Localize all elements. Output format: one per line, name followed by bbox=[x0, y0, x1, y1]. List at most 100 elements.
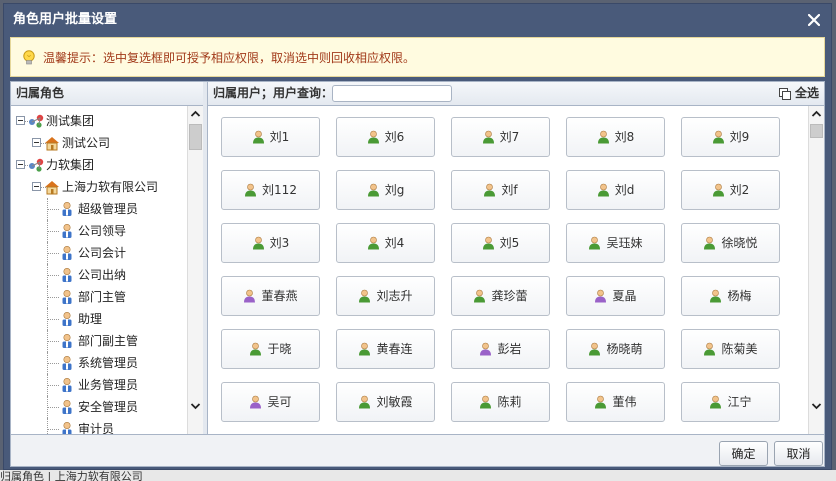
user-button[interactable]: 陈菊美 bbox=[681, 329, 780, 369]
background-text: 归属角色 | 上海力软有限公司 bbox=[0, 470, 143, 481]
user-button[interactable]: 刘4 bbox=[336, 223, 435, 263]
scroll-down-icon[interactable] bbox=[809, 398, 824, 414]
user-button-content: 刘3 bbox=[252, 224, 290, 262]
tip-banner: 温馨提示：选中复选框即可授予相应权限，取消选中则回收相应权限。 bbox=[10, 37, 825, 77]
select-all-button[interactable]: 全选 bbox=[778, 82, 819, 105]
tree-node[interactable]: 部门主管 bbox=[11, 286, 187, 308]
tree-node-label: 部门主管 bbox=[78, 290, 127, 304]
close-icon[interactable] bbox=[805, 4, 823, 36]
collapse-icon[interactable] bbox=[32, 182, 41, 191]
user-button[interactable]: 刘志升 bbox=[336, 276, 435, 316]
male-user-icon bbox=[597, 183, 609, 197]
tree-node[interactable]: 公司会计 bbox=[11, 242, 187, 264]
role-tree-scrollbar[interactable] bbox=[187, 106, 203, 434]
collapse-icon[interactable] bbox=[16, 160, 25, 169]
dialog-footer: 确定 取消 bbox=[10, 435, 825, 467]
user-button[interactable]: 于晓 bbox=[221, 329, 320, 369]
user-name: 刘f bbox=[501, 183, 518, 197]
male-user-icon bbox=[704, 236, 716, 250]
tree-node[interactable]: 安全管理员 bbox=[11, 396, 187, 418]
user-name: 陈莉 bbox=[497, 395, 522, 409]
user-grid-scroll-thumb[interactable] bbox=[810, 124, 823, 138]
tree-node[interactable]: 力软集团 bbox=[11, 154, 187, 176]
user-button-content: 陈莉 bbox=[479, 383, 522, 421]
user-button[interactable]: 吴可 bbox=[221, 382, 320, 422]
tree-node[interactable]: 公司出纳 bbox=[11, 264, 187, 286]
user-button[interactable]: 刘d bbox=[566, 170, 665, 210]
user-button-content: 吴可 bbox=[249, 383, 292, 421]
dialog-title: 角色用户批量设置 bbox=[13, 12, 118, 27]
user-button[interactable]: 刘5 bbox=[451, 223, 550, 263]
user-button-content: 刘1 bbox=[252, 118, 289, 156]
tree-node[interactable]: 超级管理员 bbox=[11, 198, 187, 220]
user-button[interactable]: 龚珍蕾 bbox=[451, 276, 550, 316]
user-button[interactable]: 刘敏霞 bbox=[336, 382, 435, 422]
user-button-content: 龚珍蕾 bbox=[473, 277, 528, 315]
user-grid-scrollbar[interactable] bbox=[808, 106, 824, 434]
male-user-icon bbox=[480, 395, 492, 409]
tree-node[interactable]: 公司领导 bbox=[11, 220, 187, 242]
tree-node[interactable]: 测试集团 bbox=[11, 110, 187, 132]
user-button-content: 刘g bbox=[367, 171, 404, 209]
user-button[interactable]: 徐晓悦 bbox=[681, 223, 780, 263]
user-button[interactable]: 杨晓萌 bbox=[566, 329, 665, 369]
collapse-icon[interactable] bbox=[32, 138, 41, 147]
collapse-icon[interactable] bbox=[16, 116, 25, 125]
dialog-body: 归属角色 测试集团 测试公司 力软集团 上海力软有限公司 超级管理员 公司领导 公司会计 公司… bbox=[10, 81, 825, 435]
scroll-up-icon[interactable] bbox=[188, 106, 203, 122]
role-user-dialog: 角色用户批量设置 温馨提示：选中复选框即可授予相应权限，取消选中则回收相应权限。… bbox=[3, 3, 832, 470]
user-name: 彭岩 bbox=[497, 342, 522, 356]
user-button[interactable]: 江宁 bbox=[681, 382, 780, 422]
tree-node[interactable]: 审计员 bbox=[11, 418, 187, 434]
user-button[interactable]: 刘g bbox=[336, 170, 435, 210]
tree-connector bbox=[47, 253, 59, 254]
tree-node-label: 测试集团 bbox=[46, 114, 95, 128]
user-button[interactable]: 刘2 bbox=[681, 170, 780, 210]
user-button[interactable]: 陈莉 bbox=[451, 382, 550, 422]
user-button[interactable]: 杨梅 bbox=[681, 276, 780, 316]
tree-connector bbox=[47, 418, 48, 434]
tree-node[interactable]: 助理 bbox=[11, 308, 187, 330]
user-name: 刘志升 bbox=[376, 289, 413, 303]
user-button[interactable]: 刘112 bbox=[221, 170, 320, 210]
user-button-content: 刘8 bbox=[597, 118, 634, 156]
user-name: 董春燕 bbox=[261, 289, 298, 303]
user-name: 陈菊美 bbox=[721, 342, 758, 356]
user-button[interactable]: 刘3 bbox=[221, 223, 320, 263]
tree-node-label: 公司会计 bbox=[78, 246, 127, 260]
tree-node[interactable]: 系统管理员 bbox=[11, 352, 187, 374]
user-name: 刘3 bbox=[269, 236, 290, 250]
user-button[interactable]: 吴珏妹 bbox=[566, 223, 665, 263]
user-name: 夏晶 bbox=[612, 289, 637, 303]
role-tree-scroll-thumb[interactable] bbox=[189, 124, 202, 150]
tree-node[interactable]: 部门副主管 bbox=[11, 330, 187, 352]
user-button[interactable]: 刘7 bbox=[451, 117, 550, 157]
cancel-button[interactable]: 取消 bbox=[774, 441, 823, 466]
scroll-down-icon[interactable] bbox=[188, 398, 203, 414]
user-name: 刘d bbox=[614, 183, 635, 197]
tree-node[interactable]: 测试公司 bbox=[11, 132, 187, 154]
user-button-content: 刘112 bbox=[244, 171, 297, 209]
scroll-up-icon[interactable] bbox=[809, 106, 824, 122]
user-button[interactable]: 刘1 bbox=[221, 117, 320, 157]
female-user-icon bbox=[250, 395, 262, 409]
user-name: 刘112 bbox=[262, 183, 297, 197]
user-button[interactable]: 刘8 bbox=[566, 117, 665, 157]
user-button[interactable]: 刘f bbox=[451, 170, 550, 210]
dialog-titlebar[interactable]: 角色用户批量设置 bbox=[4, 4, 831, 36]
user-button[interactable]: 刘6 bbox=[336, 117, 435, 157]
user-button[interactable]: 彭岩 bbox=[451, 329, 550, 369]
tree-node-label: 测试公司 bbox=[62, 136, 111, 150]
user-button-content: 董伟 bbox=[594, 383, 637, 421]
user-button[interactable]: 董春燕 bbox=[221, 276, 320, 316]
user-button[interactable]: 黄春连 bbox=[336, 329, 435, 369]
tree-connector bbox=[47, 319, 59, 320]
ok-button[interactable]: 确定 bbox=[719, 441, 768, 466]
user-button-content: 夏晶 bbox=[594, 277, 637, 315]
tree-node[interactable]: 上海力软有限公司 bbox=[11, 176, 187, 198]
user-button[interactable]: 董伟 bbox=[566, 382, 665, 422]
tree-node[interactable]: 业务管理员 bbox=[11, 374, 187, 396]
user-button[interactable]: 夏晶 bbox=[566, 276, 665, 316]
user-search-input[interactable] bbox=[332, 85, 452, 102]
user-button[interactable]: 刘9 bbox=[681, 117, 780, 157]
